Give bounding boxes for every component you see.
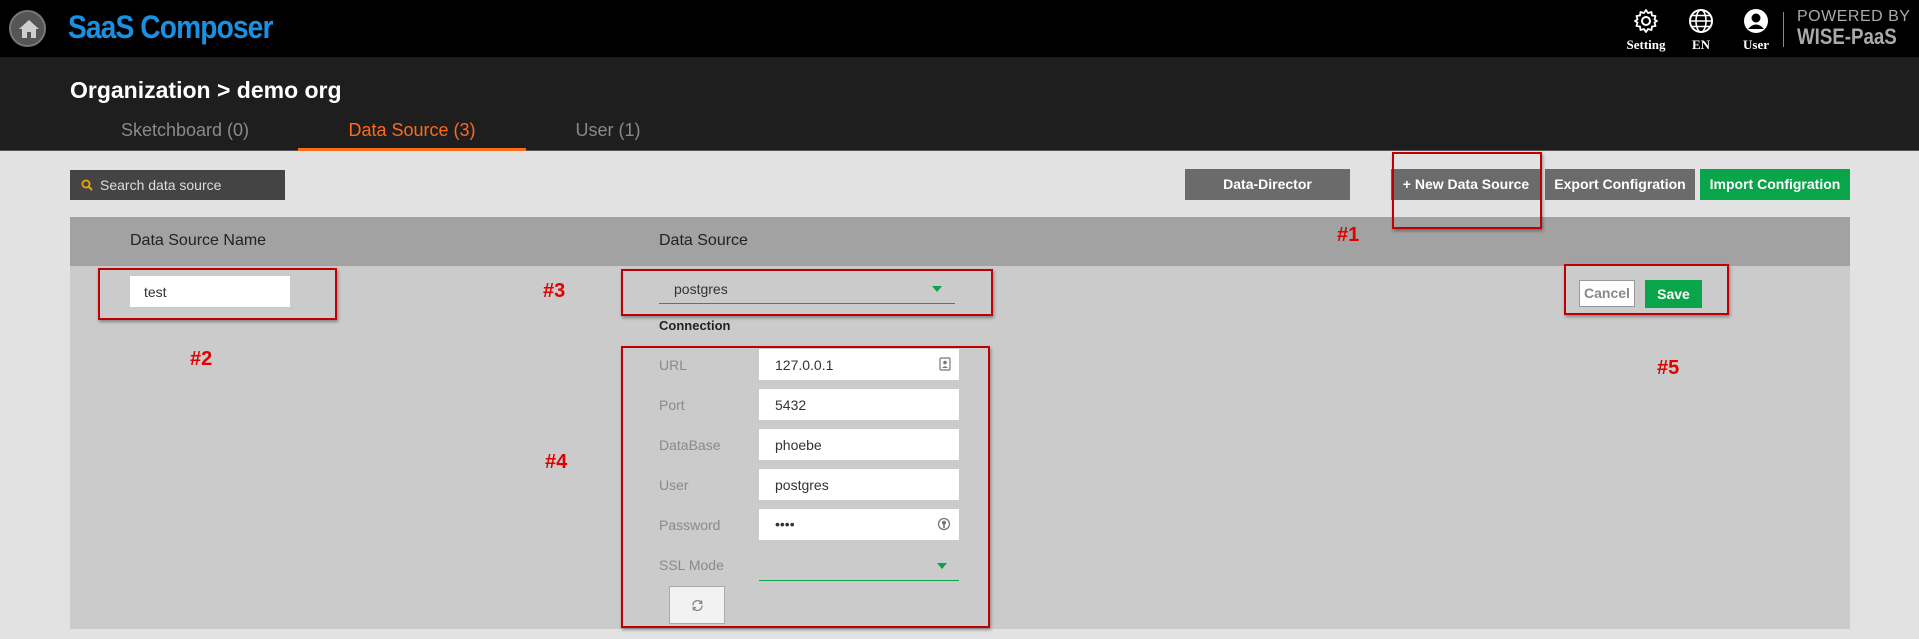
language-label: EN — [1691, 37, 1711, 52]
tab-user[interactable]: User (1) — [524, 120, 692, 151]
app-title: SaaS Composer — [68, 9, 273, 45]
top-bar: SaaS Composer Setting EN User POWERED BY… — [0, 0, 1919, 57]
annotation-box-4 — [621, 346, 990, 628]
annotation-label-3: #3 — [543, 280, 566, 302]
search-icon — [81, 179, 93, 191]
annotation-box-1 — [1392, 152, 1542, 229]
data-director-button[interactable]: Data-Director — [1185, 169, 1350, 200]
page-header: Organization > demo org Sketchboard (0) … — [0, 57, 1919, 151]
brand-divider — [1783, 12, 1784, 47]
brand-line-2: WISE-PaaS — [1797, 24, 1897, 49]
brand-line-1: POWERED BY — [1797, 8, 1911, 25]
table-header — [70, 217, 1850, 266]
annotation-box-3 — [621, 269, 993, 316]
tab-sketchboard[interactable]: Sketchboard (0) — [70, 120, 300, 151]
connection-title: Connection — [659, 318, 731, 333]
tab-data-source[interactable]: Data Source (3) — [298, 120, 526, 151]
setting-button[interactable]: Setting — [1621, 8, 1671, 54]
annotation-label-5: #5 — [1657, 357, 1680, 379]
import-configuration-button[interactable]: Import Configration — [1700, 169, 1850, 200]
annotation-box-2 — [98, 268, 337, 320]
setting-label: Setting — [1626, 37, 1666, 52]
column-header-name: Data Source Name — [130, 232, 267, 249]
user-label: User — [1743, 37, 1769, 52]
brand-logo: POWERED BY WISE-PaaS — [1797, 9, 1914, 48]
user-menu-button[interactable]: User — [1731, 8, 1781, 54]
globe-icon — [1689, 9, 1713, 33]
home-icon[interactable] — [9, 10, 46, 47]
gear-icon — [1634, 9, 1658, 33]
annotation-label-2: #2 — [190, 348, 213, 370]
language-button[interactable]: EN — [1676, 8, 1726, 54]
export-configuration-button[interactable]: Export Configration — [1545, 169, 1695, 200]
user-icon — [1744, 9, 1768, 33]
annotation-label-1: #1 — [1337, 224, 1360, 246]
annotation-box-5 — [1564, 264, 1729, 315]
search-box — [70, 170, 285, 200]
breadcrumb: Organization > demo org — [70, 77, 342, 103]
search-input[interactable] — [100, 170, 280, 200]
annotation-label-4: #4 — [545, 451, 568, 473]
column-header-source: Data Source — [659, 232, 748, 249]
